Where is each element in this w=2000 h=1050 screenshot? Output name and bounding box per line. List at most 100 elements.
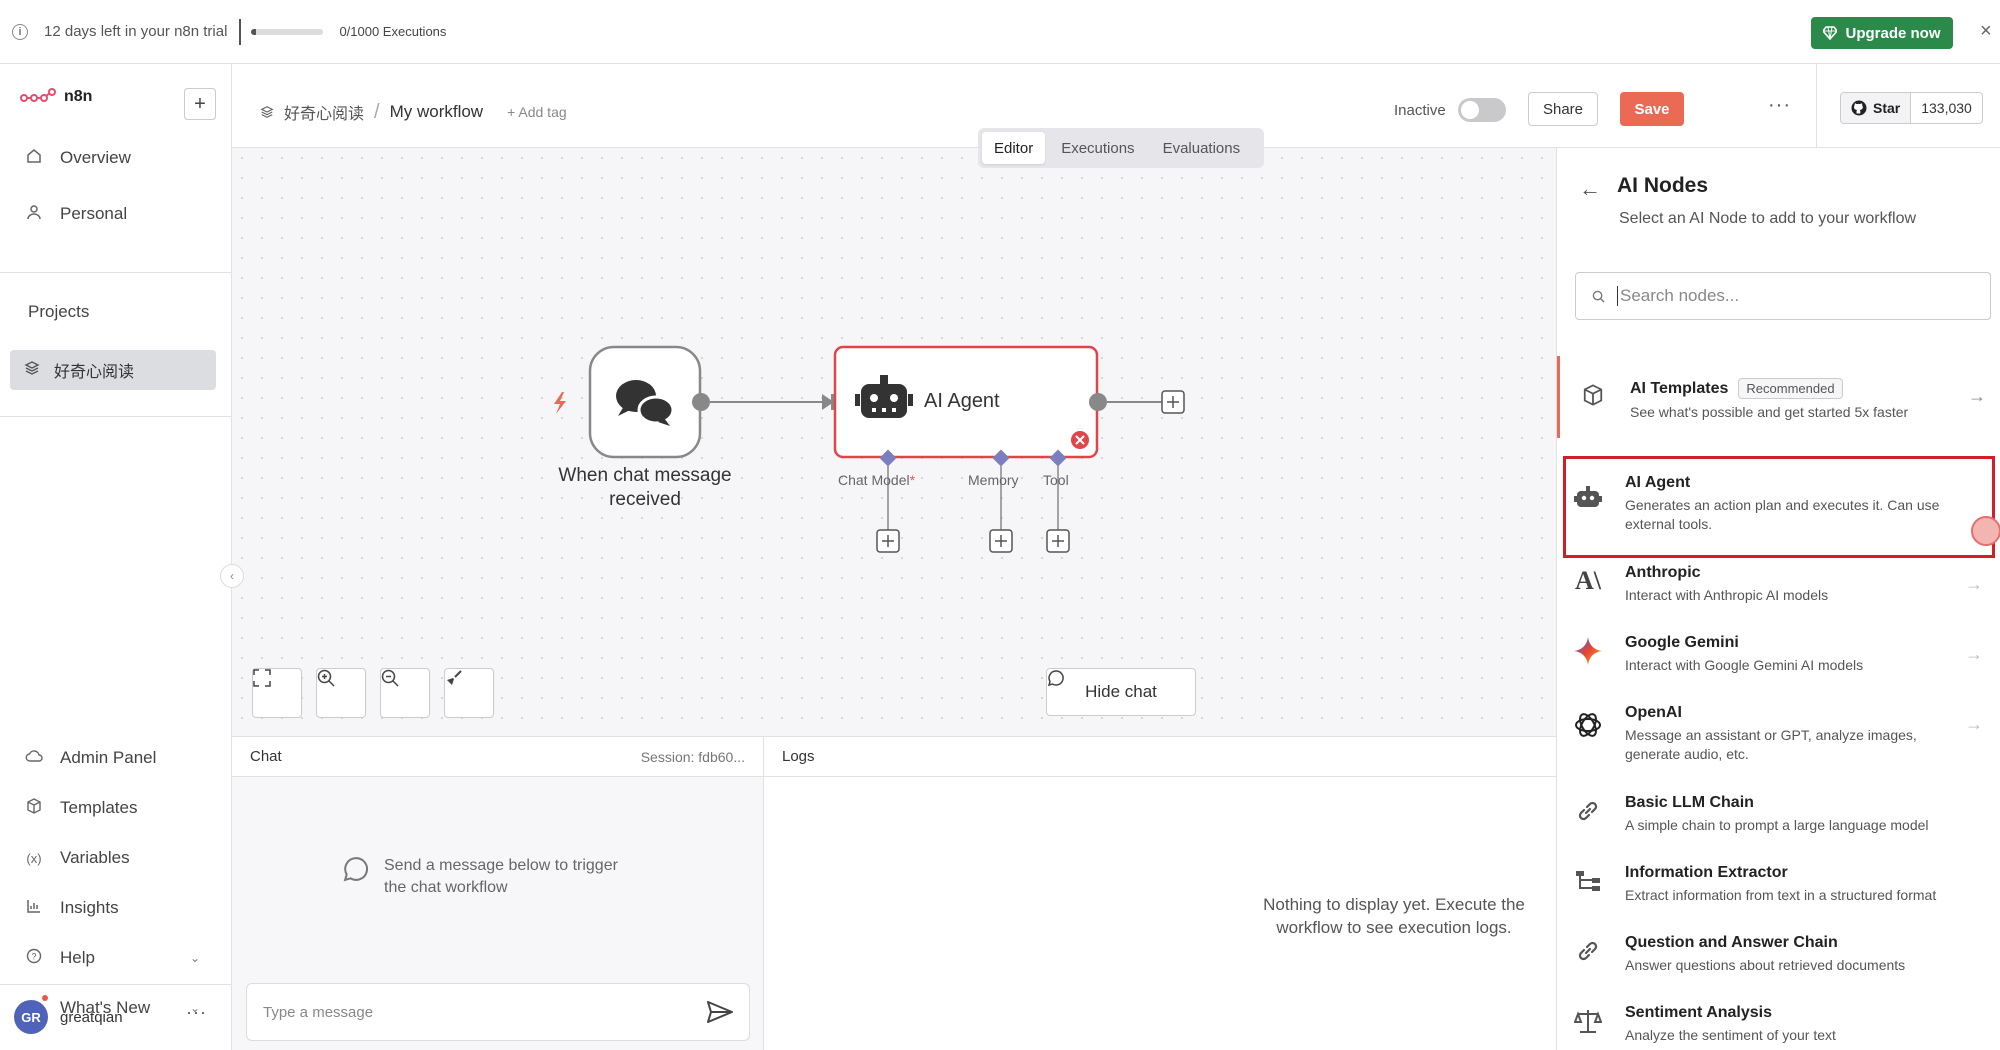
list-item-qa-chain[interactable]: Question and Answer Chain Answer questio… [1557, 934, 2000, 975]
list-item-body: Information Extractor Extract informatio… [1625, 864, 1965, 905]
chat-model-connector[interactable] [876, 449, 900, 553]
sidebar: n8n + Overview Personal Projects 好奇心阅读 A… [0, 64, 232, 1050]
close-banner-icon[interactable]: × [1980, 20, 1992, 43]
sidebar-item-label: Variables [60, 848, 130, 867]
cloud-icon [24, 749, 44, 768]
workflow-canvas[interactable]: When chat message received AI Agent Chat… [232, 148, 1556, 736]
trigger-bolt-icon [554, 392, 566, 414]
scale-icon [1571, 1004, 1605, 1038]
anthropic-icon: A\ [1575, 566, 1601, 595]
chat-input-placeholder: Type a message [263, 1003, 374, 1021]
sidebar-item-help[interactable]: ? Help ⌄ [10, 938, 216, 978]
trigger-output-handle[interactable] [692, 393, 710, 411]
trigger-label-line-1: When chat message [558, 465, 732, 486]
help-icon: ? [24, 948, 44, 969]
agent-output-handle[interactable] [1089, 393, 1107, 411]
sidebar-item-admin-panel[interactable]: Admin Panel [10, 738, 216, 778]
username: greatqian [60, 1008, 123, 1026]
list-item-ai-templates[interactable]: AI Templates Recommended See what's possi… [1557, 356, 2000, 438]
executions-progress [251, 28, 324, 35]
executions-progress-fill [251, 28, 256, 35]
list-item-sentiment-analysis[interactable]: Sentiment Analysis Analyze the sentiment… [1557, 1004, 2000, 1045]
logs-empty-text: Nothing to display yet. Execute the work… [1263, 895, 1525, 937]
user-more-icon[interactable]: ··· [186, 1002, 207, 1023]
list-item-information-extractor[interactable]: Information Extractor Extract informatio… [1557, 864, 2000, 905]
collapse-sidebar-icon[interactable]: ‹ [220, 564, 244, 588]
list-item-desc: Interact with Google Gemini AI models [1625, 657, 1864, 673]
sidebar-item-personal[interactable]: Personal [10, 194, 216, 234]
list-item-title: Sentiment Analysis [1625, 1004, 1773, 1021]
hide-chat-button[interactable]: Hide chat [1046, 668, 1196, 716]
list-item-anthropic[interactable]: A\ Anthropic Interact with Anthropic AI … [1557, 564, 2000, 605]
tidy-up-button[interactable] [444, 668, 494, 718]
github-star[interactable]: Star [1841, 93, 1912, 123]
list-item-desc: Generates an action plan and executes it… [1625, 497, 1940, 532]
breadcrumb-separator: / [374, 100, 380, 123]
list-item-body: AI Templates Recommended See what's possi… [1630, 378, 1970, 422]
chat-empty-state: Send a message below to trigger the chat… [342, 855, 644, 899]
chat-title: Chat [250, 748, 282, 765]
list-item-body: Basic LLM Chain A simple chain to prompt… [1625, 794, 1965, 835]
logs-panel: Logs Nothing to display yet. Execute the… [764, 737, 1556, 1050]
tab-evaluations[interactable]: Evaluations [1151, 132, 1253, 164]
tool-connector[interactable] [1046, 449, 1070, 553]
active-toggle[interactable] [1458, 98, 1506, 122]
search-icon [1592, 290, 1605, 303]
search-input[interactable] [1620, 286, 1960, 306]
sidebar-item-templates[interactable]: Templates [10, 788, 216, 828]
sidebar-item-label: Insights [60, 898, 119, 917]
tab-executions[interactable]: Executions [1049, 132, 1146, 164]
zoom-out-button[interactable] [380, 668, 430, 718]
list-item-title: Information Extractor [1625, 864, 1788, 881]
sidebar-item-variables[interactable]: (x) Variables [10, 838, 216, 878]
zoom-in-button[interactable] [316, 668, 366, 718]
tab-editor[interactable]: Editor [982, 132, 1046, 164]
list-item-google-gemini[interactable]: Google Gemini Interact with Google Gemin… [1557, 634, 2000, 675]
memory-connector[interactable] [989, 449, 1013, 553]
breadcrumb-project[interactable]: 好奇心阅读 [284, 100, 364, 124]
fit-view-button[interactable] [252, 668, 302, 718]
home-icon [24, 148, 44, 169]
list-item-ai-agent[interactable]: AI Agent Generates an action plan and ex… [1557, 474, 2000, 534]
sidebar-item-overview[interactable]: Overview [10, 138, 216, 178]
active-status-label: Inactive [1394, 102, 1446, 119]
back-arrow-icon[interactable]: ← [1579, 176, 1601, 202]
zoom-in-icon [317, 669, 335, 687]
box-icon [1576, 378, 1610, 412]
sidebar-item-project[interactable]: 好奇心阅读 [10, 350, 216, 390]
variables-icon: (x) [26, 850, 42, 866]
list-item-body: AI Agent Generates an action plan and ex… [1625, 474, 1965, 534]
recommended-badge: Recommended [1738, 378, 1843, 399]
list-item-openai[interactable]: OpenAI Message an assistant or GPT, anal… [1557, 704, 2000, 764]
user-menu[interactable]: GR greatqian [14, 1000, 123, 1034]
executions-count: 0/1000 Executions [339, 24, 447, 39]
search-nodes-field[interactable] [1575, 272, 1991, 320]
send-icon[interactable] [707, 1001, 733, 1023]
workflow-name[interactable]: My workflow [390, 102, 484, 122]
list-item-title: Anthropic [1625, 564, 1701, 581]
sidebar-item-insights[interactable]: Insights [10, 888, 216, 928]
github-star-button[interactable]: Star 133,030 [1840, 92, 1983, 124]
share-button[interactable]: Share [1528, 92, 1598, 126]
more-options-icon[interactable]: ··· [1768, 94, 1791, 117]
upgrade-button[interactable]: Upgrade now [1811, 17, 1953, 49]
chat-panel: Chat Session: fdb60... Send a message be… [232, 737, 764, 1050]
brand[interactable]: n8n [20, 88, 92, 106]
list-item-desc: See what's possible and get started 5x f… [1630, 404, 1909, 420]
sidebar-item-label: Help [60, 948, 95, 967]
ai-panel-title: AI Nodes [1617, 174, 1709, 197]
chat-message-input[interactable]: Type a message [246, 983, 750, 1041]
chat-header: Chat Session: fdb60... [232, 737, 763, 777]
trial-text: 12 days left in your n8n trial [44, 23, 228, 40]
list-item-title: AI Templates [1630, 379, 1729, 397]
user-icon [24, 204, 44, 225]
save-button[interactable]: Save [1620, 92, 1684, 126]
session-id[interactable]: Session: fdb60... [641, 749, 745, 765]
list-item-basic-llm-chain[interactable]: Basic LLM Chain A simple chain to prompt… [1557, 794, 2000, 835]
drag-handle[interactable] [1971, 516, 2000, 546]
sidebar-divider [0, 416, 231, 417]
list-item-title: AI Agent [1625, 474, 1691, 491]
add-tag-link[interactable]: + Add tag [507, 104, 567, 120]
add-button[interactable]: + [184, 88, 216, 120]
tree-icon [1571, 864, 1605, 898]
